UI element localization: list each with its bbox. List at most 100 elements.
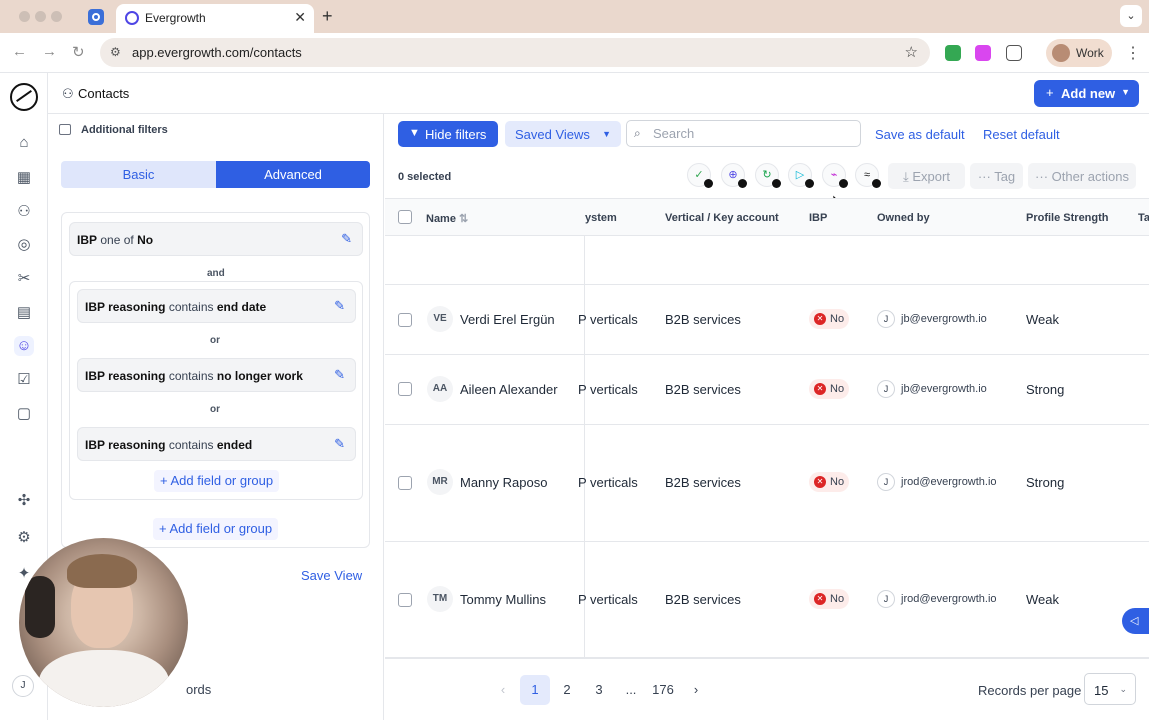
- select-all-checkbox[interactable]: [398, 210, 412, 224]
- bookmark-star-icon[interactable]: ☆: [905, 43, 918, 61]
- condition-value: end date: [216, 300, 267, 314]
- filter-condition[interactable]: IBP reasoning contains end date ✎: [77, 289, 356, 323]
- window-zoom-button[interactable]: [51, 11, 62, 22]
- saved-views-dropdown[interactable]: Saved Views ▼: [505, 121, 621, 147]
- hide-filters-button[interactable]: ▼ Hide filters: [398, 121, 498, 147]
- table-header: Name ⇅ ystem Vertical / Key account IBP …: [385, 198, 1149, 236]
- column-header-ibp[interactable]: IBP: [809, 212, 827, 224]
- edit-pencil-icon[interactable]: ✎: [334, 367, 345, 383]
- edit-pencil-icon[interactable]: ✎: [341, 231, 352, 247]
- people-icon[interactable]: ⚇: [14, 202, 34, 222]
- plus-icon: +: [160, 473, 171, 488]
- export-button[interactable]: ⤓ Export: [888, 163, 965, 189]
- table-row[interactable]: AA Aileen Alexander P verticals B2B serv…: [385, 355, 1149, 425]
- enrich-check-icon[interactable]: ✓: [687, 163, 713, 188]
- page-button-last[interactable]: 176: [648, 675, 678, 705]
- back-arrow-icon[interactable]: ←: [12, 43, 27, 60]
- add-new-button[interactable]: + Add new ▼: [1034, 80, 1139, 107]
- profile-button[interactable]: Work: [1046, 39, 1112, 67]
- row-checkbox[interactable]: [398, 476, 412, 490]
- workflow-icon[interactable]: ⌁: [822, 163, 848, 188]
- feedback-megaphone-icon[interactable]: ◁: [1122, 608, 1149, 634]
- analytics-icon[interactable]: ▦: [14, 168, 34, 188]
- tab-basic[interactable]: Basic: [61, 161, 216, 188]
- evergrowth-logo[interactable]: [10, 83, 38, 111]
- condition-field: IBP reasoning: [85, 369, 166, 383]
- tasks-icon[interactable]: ☑: [14, 370, 34, 390]
- tab-search-chevron-icon[interactable]: ⌄: [1120, 5, 1142, 27]
- table-row[interactable]: MR Manny Raposo P verticals B2B services…: [385, 425, 1149, 542]
- reload-icon[interactable]: ↻: [72, 43, 85, 61]
- evergrowth-favicon-icon: [125, 11, 139, 25]
- settings-gear-icon[interactable]: ⚙: [14, 528, 34, 548]
- column-header-name[interactable]: Name ⇅: [426, 212, 468, 225]
- pinned-extension-icon[interactable]: [88, 9, 104, 25]
- more-dots-icon: ···: [1035, 169, 1052, 184]
- edit-pencil-icon[interactable]: ✎: [334, 436, 345, 452]
- records-per-page-select[interactable]: 15 ⌄: [1084, 673, 1136, 705]
- next-page-chevron-icon[interactable]: ›: [681, 675, 711, 705]
- webcam-person-shirt: [39, 650, 169, 707]
- user-avatar[interactable]: J: [12, 675, 34, 697]
- column-header-tags[interactable]: Ta: [1138, 212, 1149, 224]
- integrations-icon[interactable]: ✣: [14, 491, 34, 511]
- home-icon[interactable]: ⌂: [14, 133, 34, 153]
- profile-label: Work: [1076, 46, 1104, 60]
- add-field-or-group-button[interactable]: + Add field or group: [154, 470, 280, 492]
- browser-tab[interactable]: Evergrowth ✕: [116, 4, 314, 33]
- add-field-or-group-button[interactable]: + Add field or group: [153, 518, 279, 540]
- lists-icon[interactable]: ▢: [14, 404, 34, 424]
- filter-condition[interactable]: IBP one of No ✎: [69, 222, 363, 256]
- tag-button[interactable]: ··· Tag: [970, 163, 1023, 189]
- row-checkbox[interactable]: [398, 313, 412, 327]
- edit-pencil-icon[interactable]: ✎: [334, 298, 345, 314]
- page-button-1[interactable]: 1: [520, 675, 550, 705]
- filter-condition[interactable]: IBP reasoning contains ended ✎: [77, 427, 356, 461]
- browser-menu-icon[interactable]: ⋮: [1125, 43, 1141, 63]
- extensions-puzzle-icon[interactable]: [1006, 45, 1022, 61]
- tab-advanced[interactable]: Advanced: [216, 161, 370, 188]
- page-button-2[interactable]: 2: [552, 675, 582, 705]
- contact-name[interactable]: Verdi Erel Ergün: [460, 312, 555, 327]
- window-close-button[interactable]: [19, 11, 30, 22]
- contact-name[interactable]: Aileen Alexander: [460, 382, 558, 397]
- intent-icon[interactable]: ◎: [14, 235, 34, 255]
- new-tab-icon[interactable]: +: [322, 6, 333, 27]
- companies-icon[interactable]: ▤: [14, 303, 34, 323]
- row-checkbox[interactable]: [398, 593, 412, 607]
- webcam-microphone: [25, 576, 55, 638]
- column-header-vertical[interactable]: Vertical / Key account: [665, 212, 779, 224]
- other-actions-button[interactable]: ··· Other actions: [1028, 163, 1136, 189]
- waves-icon[interactable]: ≈: [855, 163, 881, 188]
- page-button-3[interactable]: 3: [584, 675, 614, 705]
- contacts-icon[interactable]: ☺: [14, 336, 34, 356]
- reset-default-button[interactable]: Reset default: [983, 127, 1060, 142]
- forward-arrow-icon[interactable]: →: [42, 43, 57, 60]
- window-minimize-button[interactable]: [35, 11, 46, 22]
- address-bar[interactable]: ⚙ app.evergrowth.com/contacts ☆: [100, 38, 930, 67]
- row-checkbox[interactable]: [398, 382, 412, 396]
- tools-icon[interactable]: ✂: [14, 269, 34, 289]
- prev-page-chevron-icon[interactable]: ‹: [488, 675, 518, 705]
- save-view-button[interactable]: Save View: [301, 568, 362, 583]
- sidebar-toggle-icon[interactable]: [59, 124, 71, 135]
- filter-condition[interactable]: IBP reasoning contains no longer work ✎: [77, 358, 356, 392]
- save-as-default-button[interactable]: Save as default: [875, 127, 965, 142]
- search-input[interactable]: [626, 120, 861, 147]
- find-search-icon[interactable]: ⊕: [721, 163, 747, 188]
- table-row[interactable]: TM Tommy Mullins P verticals B2B service…: [385, 542, 1149, 658]
- column-header-profile-strength[interactable]: Profile Strength: [1026, 212, 1109, 224]
- url-text[interactable]: app.evergrowth.com/contacts: [132, 45, 302, 60]
- sequence-play-icon[interactable]: ▷: [788, 163, 814, 188]
- refresh-cycle-icon[interactable]: ↻: [755, 163, 781, 188]
- tab-close-icon[interactable]: ✕: [294, 9, 306, 26]
- contact-name[interactable]: Tommy Mullins: [460, 592, 546, 607]
- extension-green-icon[interactable]: [945, 45, 961, 61]
- vertical-cell: B2B services: [665, 382, 741, 397]
- column-header-owned-by[interactable]: Owned by: [877, 212, 930, 224]
- site-settings-icon[interactable]: ⚙: [110, 45, 121, 59]
- contact-name[interactable]: Manny Raposo: [460, 475, 547, 490]
- column-header-system[interactable]: ystem: [585, 212, 617, 224]
- extension-pink-icon[interactable]: [975, 45, 991, 61]
- table-row[interactable]: VE Verdi Erel Ergün P verticals B2B serv…: [385, 285, 1149, 355]
